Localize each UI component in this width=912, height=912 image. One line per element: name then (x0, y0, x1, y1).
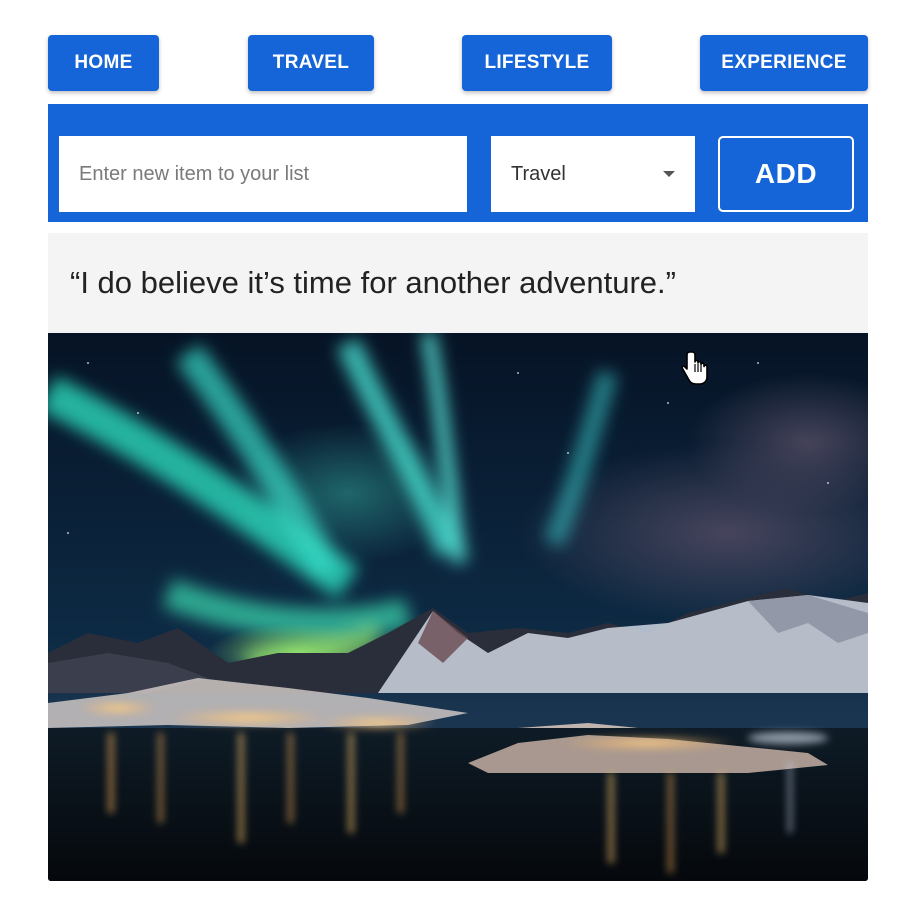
aurora-landscape-image (48, 333, 868, 881)
nav-home-button[interactable]: HOME (48, 35, 159, 91)
nav-lifestyle-button[interactable]: LIFESTYLE (462, 35, 612, 91)
quote-card: “I do believe it’s time for another adve… (48, 233, 868, 333)
new-item-input[interactable] (59, 136, 467, 212)
category-select[interactable]: Travel (491, 136, 695, 212)
add-button[interactable]: ADD (718, 136, 854, 212)
nav-travel-button[interactable]: TRAVEL (248, 35, 374, 91)
chevron-down-icon (663, 171, 675, 177)
category-select-value: Travel (511, 162, 566, 185)
quote-text: “I do believe it’s time for another adve… (70, 265, 676, 300)
nav-experience-button[interactable]: EXPERIENCE (700, 35, 868, 91)
hand-pointer-icon (681, 351, 708, 385)
add-item-form: Travel ADD (48, 104, 868, 222)
